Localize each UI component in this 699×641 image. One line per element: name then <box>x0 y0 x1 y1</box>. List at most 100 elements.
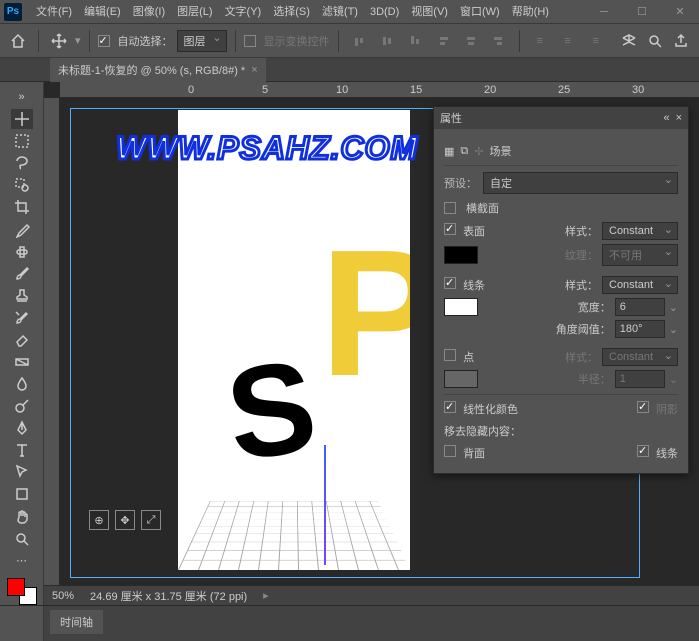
menu-help[interactable]: 帮助(H) <box>506 0 555 24</box>
panel-tab-properties[interactable]: 属性 <box>440 110 462 126</box>
eyedropper-tool[interactable] <box>11 219 33 239</box>
window-close-button[interactable]: ✕ <box>661 0 699 24</box>
collapse-icon[interactable]: » <box>11 87 33 107</box>
document-dimensions[interactable]: 24.69 厘米 x 31.75 厘米 (72 ppi) <box>90 588 247 604</box>
edit-toolbar-icon[interactable]: ⋯ <box>11 551 33 571</box>
blur-tool[interactable] <box>11 374 33 394</box>
width-input[interactable] <box>615 298 665 316</box>
angle-input[interactable] <box>615 320 665 338</box>
properties-panel: 属性 « × ▦ ⧉ ✢ 场景 预设： 自定 横截面 表面 样式： <box>433 106 689 474</box>
document-canvas[interactable]: P S <box>178 110 410 570</box>
lines-color-swatch[interactable] <box>444 298 478 316</box>
light-icon[interactable]: ✢ <box>474 145 483 158</box>
zoom-level[interactable]: 50% <box>52 590 74 602</box>
window-minimize-button[interactable]: ─ <box>585 0 623 24</box>
lines-style-dropdown[interactable]: Constant <box>602 276 678 294</box>
panel-collapse-icon[interactable]: « <box>663 112 669 124</box>
gradient-tool[interactable] <box>11 352 33 372</box>
shadow-checkbox[interactable] <box>637 401 649 413</box>
color-swatches[interactable] <box>7 578 37 605</box>
timeline-tab[interactable]: 时间轴 <box>50 610 103 634</box>
distribute-3-icon[interactable]: ≡ <box>584 29 608 53</box>
share-icon[interactable] <box>669 29 693 53</box>
points-style-label: 样式： <box>565 349 598 365</box>
align-bottom-icon[interactable] <box>403 29 427 53</box>
menu-window[interactable]: 窗口(W) <box>454 0 506 24</box>
preset-dropdown[interactable]: 自定 <box>483 172 678 194</box>
healing-tool[interactable] <box>11 242 33 262</box>
options-bar: ▾ 自动选择： 图层 显示变换控件 ≡ ≡ ≡ <box>0 24 699 58</box>
layer-type-dropdown[interactable]: 图层 <box>177 30 227 52</box>
align-hcenter-icon[interactable] <box>459 29 483 53</box>
shape-tool[interactable] <box>11 484 33 504</box>
layers-icon[interactable]: ⧉ <box>460 145 468 158</box>
move-tool[interactable] <box>11 109 33 129</box>
align-right-icon[interactable] <box>487 29 511 53</box>
menu-type[interactable]: 文字(Y) <box>219 0 268 24</box>
mesh-icon[interactable]: ▦ <box>444 145 454 158</box>
menu-select[interactable]: 选择(S) <box>267 0 316 24</box>
distribute-1-icon[interactable]: ≡ <box>528 29 552 53</box>
home-icon[interactable] <box>6 29 30 53</box>
3d-scale-icon[interactable]: ⤢ <box>141 510 161 530</box>
3d-pan-icon[interactable]: ✥ <box>115 510 135 530</box>
type-tool[interactable] <box>11 440 33 460</box>
auto-select-checkbox[interactable] <box>98 35 110 47</box>
close-icon[interactable]: × <box>251 64 257 76</box>
crop-tool[interactable] <box>11 197 33 217</box>
menu-3d[interactable]: 3D(D) <box>364 0 405 24</box>
backface-checkbox[interactable] <box>444 445 456 457</box>
marquee-tool[interactable] <box>11 131 33 151</box>
backface-label: 背面 <box>463 448 485 460</box>
surface-color-swatch[interactable] <box>444 246 478 264</box>
3d-mode-icon[interactable] <box>617 29 641 53</box>
tools-panel: » ⋯ <box>0 82 44 605</box>
surface-label: 表面 <box>463 226 485 238</box>
lines-style-label: 样式： <box>565 277 598 293</box>
cross-section-checkbox[interactable] <box>444 202 456 214</box>
points-label: 点 <box>463 352 474 364</box>
distribute-2-icon[interactable]: ≡ <box>556 29 580 53</box>
menu-view[interactable]: 视图(V) <box>405 0 454 24</box>
menu-edit[interactable]: 编辑(E) <box>78 0 127 24</box>
app-logo: Ps <box>4 3 22 21</box>
align-vcenter-icon[interactable] <box>375 29 399 53</box>
search-icon[interactable] <box>643 29 667 53</box>
menu-image[interactable]: 图像(I) <box>127 0 171 24</box>
align-left-icon[interactable] <box>431 29 455 53</box>
stamp-tool[interactable] <box>11 286 33 306</box>
foreground-color[interactable] <box>7 578 25 596</box>
3d-axis-indicator <box>324 445 326 565</box>
menu-layer[interactable]: 图层(L) <box>171 0 218 24</box>
dodge-tool[interactable] <box>11 396 33 416</box>
window-maximize-button[interactable]: ☐ <box>623 0 661 24</box>
panel-close-icon[interactable]: × <box>676 112 682 124</box>
surface-checkbox[interactable] <box>444 223 456 235</box>
zoom-tool[interactable] <box>11 529 33 549</box>
document-tab[interactable]: 未标题-1-恢复的 @ 50% (s, RGB/8#) * × <box>50 58 266 82</box>
quick-select-tool[interactable] <box>11 175 33 195</box>
document-tab-bar: 未标题-1-恢复的 @ 50% (s, RGB/8#) * × <box>0 58 699 82</box>
lasso-tool[interactable] <box>11 153 33 173</box>
align-top-icon[interactable] <box>347 29 371 53</box>
pen-tool[interactable] <box>11 418 33 438</box>
surface-style-dropdown[interactable]: Constant <box>602 222 678 240</box>
brush-tool[interactable] <box>11 264 33 284</box>
menu-filter[interactable]: 滤镜(T) <box>316 0 364 24</box>
history-brush-tool[interactable] <box>11 308 33 328</box>
linearize-checkbox[interactable] <box>444 401 456 413</box>
menu-file[interactable]: 文件(F) <box>30 0 78 24</box>
points-style-dropdown: Constant <box>602 348 678 366</box>
hand-tool[interactable] <box>11 506 33 526</box>
points-checkbox[interactable] <box>444 349 456 361</box>
ruler-horizontal: 0 5 10 15 20 25 30 <box>60 82 699 98</box>
3d-controls-widget: ⊕ ✥ ⤢ <box>86 507 164 533</box>
3d-orbit-icon[interactable]: ⊕ <box>89 510 109 530</box>
show-transform-checkbox[interactable] <box>244 35 256 47</box>
path-select-tool[interactable] <box>11 462 33 482</box>
bottom-panel: 时间轴 <box>0 605 699 641</box>
lines2-checkbox[interactable] <box>637 445 649 457</box>
lines-checkbox[interactable] <box>444 277 456 289</box>
eraser-tool[interactable] <box>11 330 33 350</box>
move-tool-icon[interactable] <box>47 29 71 53</box>
